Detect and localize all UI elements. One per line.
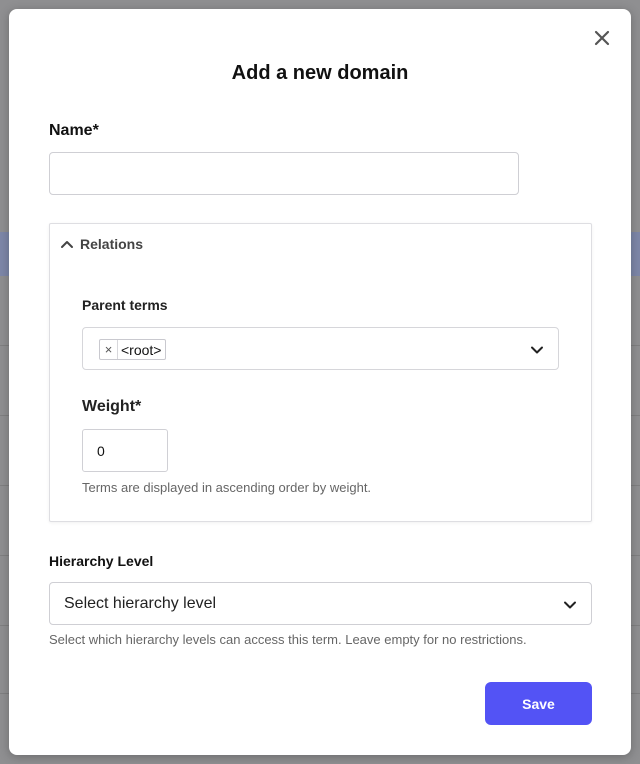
- name-label: Name*: [49, 122, 99, 139]
- name-input[interactable]: [49, 152, 519, 195]
- hierarchy-help-text: Select which hierarchy levels can access…: [49, 632, 527, 647]
- close-icon: [594, 30, 610, 46]
- chevron-up-icon: [61, 241, 73, 248]
- weight-input[interactable]: [82, 429, 168, 472]
- chevron-down-icon: [531, 346, 543, 354]
- add-domain-modal: Add a new domain Name* Relations Parent …: [9, 9, 631, 755]
- save-button[interactable]: Save: [485, 682, 592, 725]
- relations-toggle[interactable]: Relations: [60, 236, 143, 252]
- hierarchy-level-select[interactable]: Select hierarchy level: [49, 582, 592, 625]
- hierarchy-level-label: Hierarchy Level: [49, 553, 154, 569]
- parent-term-tag: × <root>: [99, 339, 167, 360]
- modal-title: Add a new domain: [231, 62, 409, 84]
- weight-help-text: Terms are displayed in ascending order b…: [82, 480, 372, 495]
- chevron-down-icon: [564, 601, 576, 609]
- hierarchy-level-placeholder: Select hierarchy level: [64, 595, 217, 612]
- parent-term-tag-label: <root>: [121, 341, 162, 358]
- relations-title: Relations: [80, 236, 144, 252]
- relations-panel: Relations Parent terms × <root> Weight* …: [49, 223, 592, 522]
- parent-terms-select[interactable]: × <root>: [82, 327, 559, 370]
- remove-tag-button[interactable]: ×: [100, 340, 118, 359]
- weight-label: Weight*: [82, 398, 142, 415]
- parent-terms-label: Parent terms: [82, 297, 168, 313]
- close-button[interactable]: [591, 27, 613, 49]
